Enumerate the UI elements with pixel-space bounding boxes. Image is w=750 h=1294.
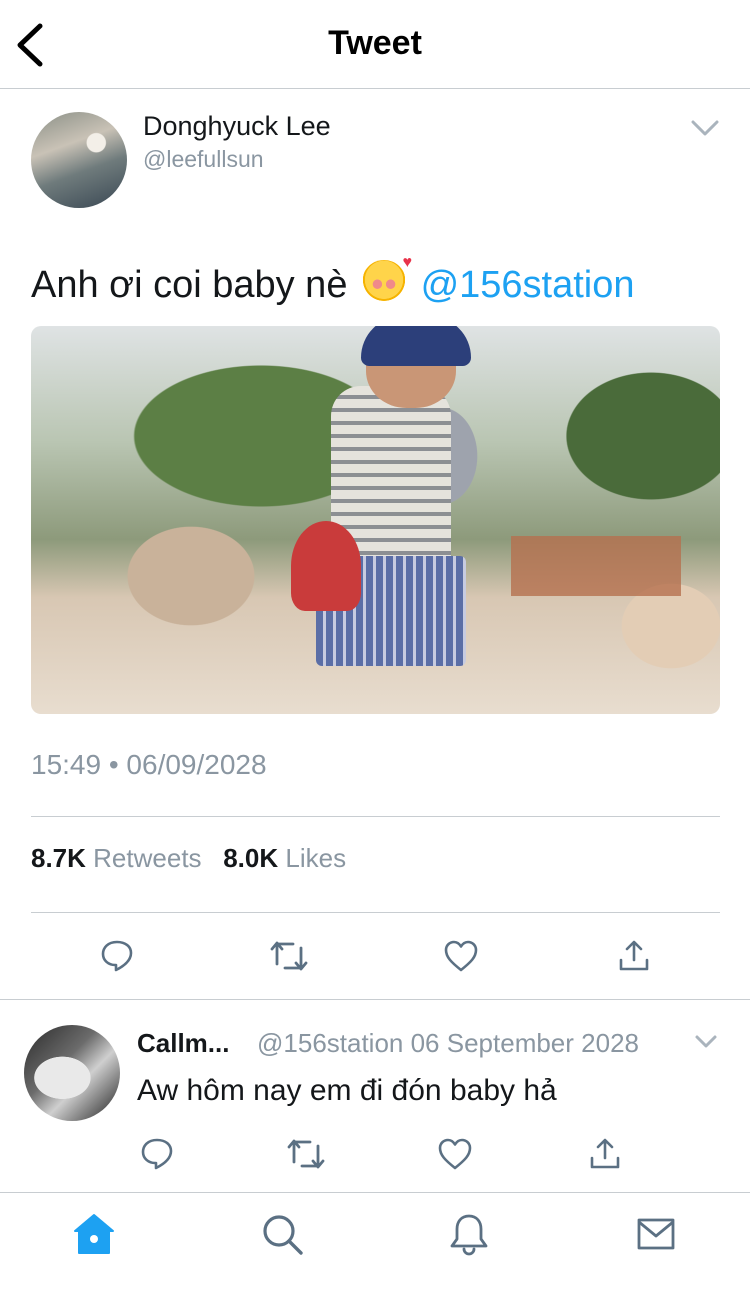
photo-child-helmet xyxy=(361,326,471,366)
photo-bricks xyxy=(511,536,681,596)
reply-like-button[interactable] xyxy=(433,1134,477,1174)
retweets-count[interactable]: 8.7K xyxy=(31,843,86,873)
retweet-icon xyxy=(270,941,308,971)
tab-messages[interactable] xyxy=(632,1210,680,1258)
retweet-button[interactable] xyxy=(267,936,311,976)
mail-icon xyxy=(637,1218,675,1250)
divider xyxy=(31,816,720,817)
page-title: Tweet xyxy=(328,24,422,62)
like-button[interactable] xyxy=(439,936,483,976)
tab-bar-divider xyxy=(0,1192,750,1193)
share-button[interactable] xyxy=(612,936,656,976)
heart-icon xyxy=(438,1138,472,1170)
share-icon xyxy=(590,1138,620,1169)
tweet-timestamp: 15:49 • 06/09/2028 xyxy=(31,749,267,780)
reply-meta: @156station 06 September 2028 xyxy=(257,1028,639,1058)
tab-search[interactable] xyxy=(258,1210,306,1258)
author-name[interactable]: Donghyuck Lee xyxy=(143,111,331,142)
chevron-down-icon[interactable] xyxy=(690,118,720,138)
author-handle[interactable]: @leefullsun xyxy=(143,146,264,173)
tweet-stats: 8.7K Retweets 8.0K Likes xyxy=(31,843,346,874)
reply-share-button[interactable] xyxy=(583,1134,627,1174)
retweets-label[interactable]: Retweets xyxy=(93,843,201,873)
smiling-face-with-hearts-icon xyxy=(362,254,412,304)
tweet-photo[interactable] xyxy=(31,326,720,714)
divider xyxy=(31,912,720,913)
search-icon xyxy=(263,1215,303,1255)
likes-count[interactable]: 8.0K xyxy=(223,843,278,873)
reply-reply-button[interactable] xyxy=(135,1134,179,1174)
reply-icon xyxy=(141,1138,173,1170)
reply-text: Aw hôm nay em đi đón baby hả xyxy=(137,1074,557,1107)
reply-retweet-button[interactable] xyxy=(284,1134,328,1174)
bell-icon xyxy=(450,1214,488,1256)
home-icon xyxy=(74,1214,114,1254)
reply-button[interactable] xyxy=(95,936,139,976)
reply-author-name[interactable]: Callm... xyxy=(137,1028,229,1059)
retweet-icon xyxy=(287,1139,325,1169)
reply-author-avatar[interactable] xyxy=(24,1025,120,1121)
likes-label[interactable]: Likes xyxy=(285,843,346,873)
photo-scooter xyxy=(291,521,361,611)
tab-notifications[interactable] xyxy=(445,1210,493,1258)
tweet-body: Anh ơi coi baby nè xyxy=(31,264,348,306)
divider xyxy=(0,999,750,1000)
share-icon xyxy=(619,940,649,971)
tab-home[interactable] xyxy=(70,1210,118,1258)
chevron-down-icon[interactable] xyxy=(694,1034,718,1050)
top-bar: Tweet xyxy=(0,0,750,89)
mention-link[interactable]: @156station xyxy=(421,264,635,306)
reply-icon xyxy=(101,940,133,972)
author-avatar[interactable] xyxy=(31,112,127,208)
heart-icon xyxy=(444,940,478,972)
tweet-text: Anh ơi coi baby nè @156station xyxy=(31,254,635,307)
